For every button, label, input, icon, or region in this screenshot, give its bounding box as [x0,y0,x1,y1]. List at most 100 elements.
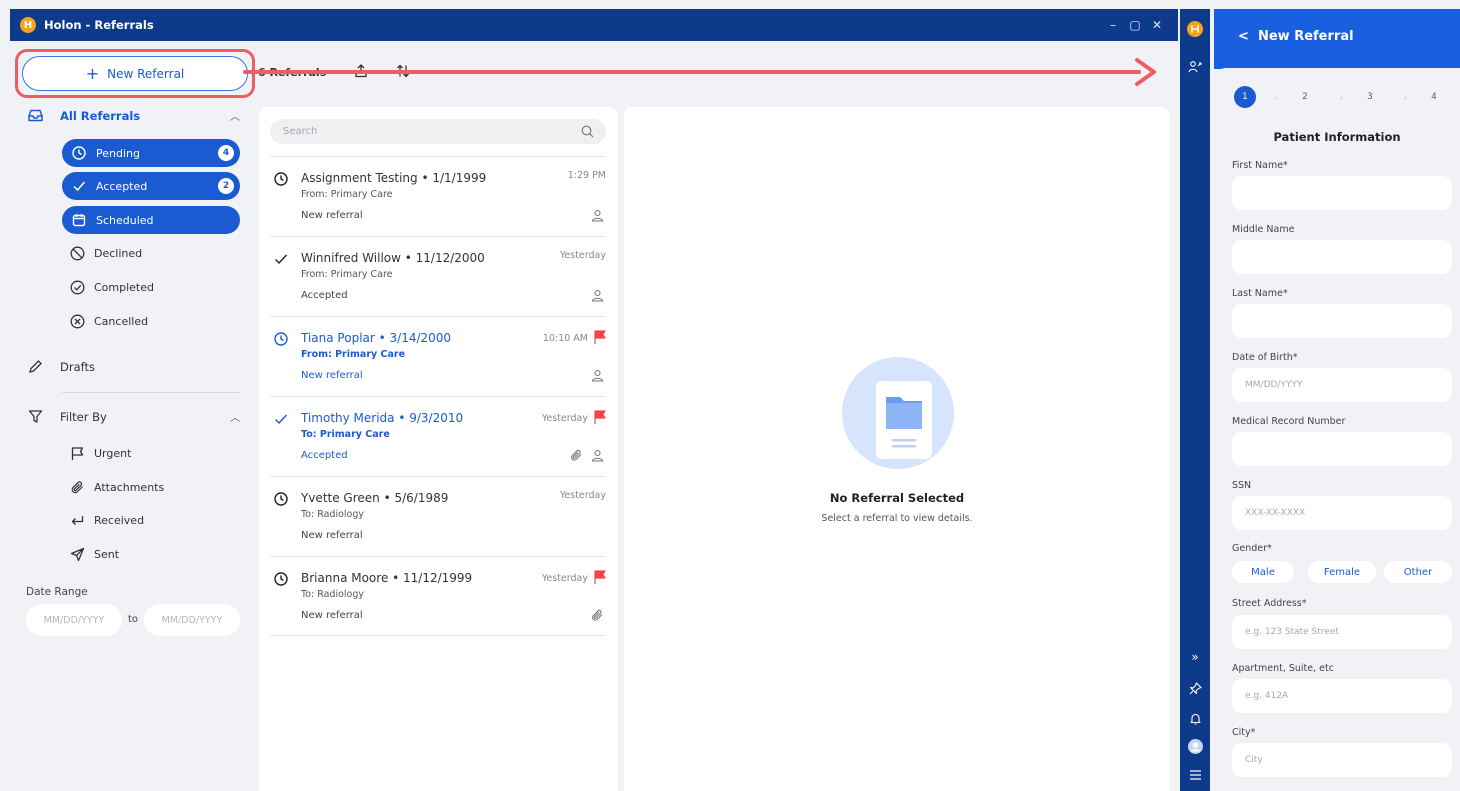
date-from-input[interactable]: MM/DD/YYYY [26,604,122,636]
referral-state: New referral [301,530,363,541]
step-1[interactable]: 1 [1234,86,1256,108]
stepper: 1 · 2 · 3 · 4 [1234,86,1444,108]
gender-male-button[interactable]: Male [1232,561,1294,583]
paperclip-icon [68,478,86,496]
time-text: Yesterday [559,490,606,501]
divider [62,392,240,393]
filter-label: Received [94,513,145,527]
return-arrow-icon [68,511,86,529]
step-3[interactable]: 3 [1359,86,1381,108]
last-name-field[interactable] [1232,304,1452,338]
empty-state-subtitle: Select a referral to view details. [821,513,973,524]
sidebar-item-label: Completed [94,280,154,294]
date-range-label: Date Range [26,586,88,598]
referral-time: Yesterday [560,490,606,501]
filter-sent[interactable]: Sent [68,545,119,563]
maximize-icon[interactable]: ▢ [1124,18,1146,32]
app-logo-icon[interactable] [1187,21,1203,37]
ban-icon [68,244,86,262]
sidebar-item-declined[interactable]: Declined [68,244,142,262]
person-icon [591,367,604,386]
first-name-field[interactable] [1232,176,1452,210]
referral-row[interactable]: Timothy Merida • 9/3/2010 To: Primary Ca… [270,396,606,476]
all-referrals-header[interactable]: All Referrals ︿ [28,108,240,123]
gender-female-button[interactable]: Female [1308,561,1376,583]
apt-field[interactable]: e.g. 412A [1232,679,1452,713]
annotation-highlight: + New Referral [15,49,255,98]
ssn-label: SSN [1232,480,1252,491]
sidebar-item-label: Pending [96,146,140,160]
sidebar-item-scheduled[interactable]: Scheduled [62,206,240,234]
step-separator: · [1404,94,1407,104]
count-badge: 4 [218,145,234,161]
urgent-flag-icon [594,330,606,347]
drafts-item[interactable]: Drafts [28,359,240,374]
new-referral-button[interactable]: + New Referral [22,56,248,91]
filter-urgent[interactable]: Urgent [68,444,131,462]
sidebar-item-completed[interactable]: Completed [68,278,154,296]
back-button[interactable]: < New Referral [1238,29,1354,44]
user-share-icon[interactable] [1187,59,1203,75]
bell-icon[interactable] [1187,710,1203,726]
date-to-input[interactable]: MM/DD/YYYY [144,604,240,636]
x-circle-icon [68,312,86,330]
sidebar-item-accepted[interactable]: Accepted 2 [62,172,240,200]
row-meta [591,207,604,226]
person-icon [591,447,604,466]
clock-icon [273,491,289,507]
chevron-up-icon[interactable]: ︿ [230,409,240,424]
referral-row[interactable]: Tiana Poplar • 3/14/2000 From: Primary C… [270,316,606,396]
clock-icon [273,171,289,187]
dob-label: Date of Birth* [1232,352,1298,363]
chevron-up-icon[interactable]: ︿ [230,108,240,123]
send-icon [68,545,86,563]
referral-source: From: Primary Care [301,269,393,280]
middle-name-label: Middle Name [1232,224,1295,235]
ssn-field[interactable]: XXX-XX-XXXX [1232,496,1452,530]
referral-row[interactable]: Winnifred Willow • 11/12/2000 From: Prim… [270,236,606,316]
side-rail: » [1180,9,1210,791]
referral-state: Accepted [301,450,348,461]
chevron-left-icon: < [1238,29,1249,44]
menu-icon[interactable] [1187,767,1203,783]
mrn-field[interactable] [1232,432,1452,466]
sidebar-item-pending[interactable]: Pending 4 [62,139,240,167]
close-icon[interactable]: ✕ [1146,18,1168,32]
avatar[interactable] [1187,738,1203,754]
time-text: Yesterday [559,250,606,261]
referral-row[interactable]: Brianna Moore • 11/12/1999 To: Radiology… [270,556,606,636]
step-4[interactable]: 4 [1423,86,1445,108]
step-separator: · [1275,94,1278,104]
search-icon[interactable] [581,125,594,138]
all-referrals-label: All Referrals [60,108,141,123]
filter-attachments[interactable]: Attachments [68,478,164,496]
count-badge: 2 [218,178,234,194]
filter-by-header[interactable]: Filter By ︿ [28,409,240,424]
search-input[interactable]: Search [270,119,606,144]
street-field[interactable]: e.g. 123 State Street [1232,615,1452,649]
filter-label: Attachments [94,480,165,494]
step-2[interactable]: 2 [1294,86,1316,108]
filter-received[interactable]: Received [68,511,144,529]
city-field[interactable]: City [1232,743,1452,777]
referral-name: Brianna Moore • 11/12/1999 [301,571,473,585]
gender-other-button[interactable]: Other [1384,561,1452,583]
apt-label: Apartment, Suite, etc [1232,663,1334,674]
pin-icon[interactable] [1187,680,1203,696]
annotation-arrow-head [1135,58,1156,86]
calendar-icon [72,211,90,229]
middle-name-field[interactable] [1232,240,1452,274]
referral-row[interactable]: Yvette Green • 5/6/1989 To: Radiology Ne… [270,476,606,556]
minimize-icon[interactable]: – [1102,18,1124,32]
row-meta [570,447,604,466]
time-text: 10:10 AM [542,333,588,344]
expand-icon[interactable]: » [1187,649,1203,665]
clock-icon [72,144,90,162]
sidebar-item-cancelled[interactable]: Cancelled [68,312,148,330]
referral-list-panel: Search Assignment Testing • 1/1/1999 Fro… [259,107,618,791]
clock-icon [273,331,289,347]
dob-field[interactable]: MM/DD/YYYY [1232,368,1452,402]
referral-row[interactable]: Assignment Testing • 1/1/1999 From: Prim… [270,156,606,236]
street-label: Street Address* [1232,598,1307,609]
sidebar-item-label: Declined [94,246,143,260]
